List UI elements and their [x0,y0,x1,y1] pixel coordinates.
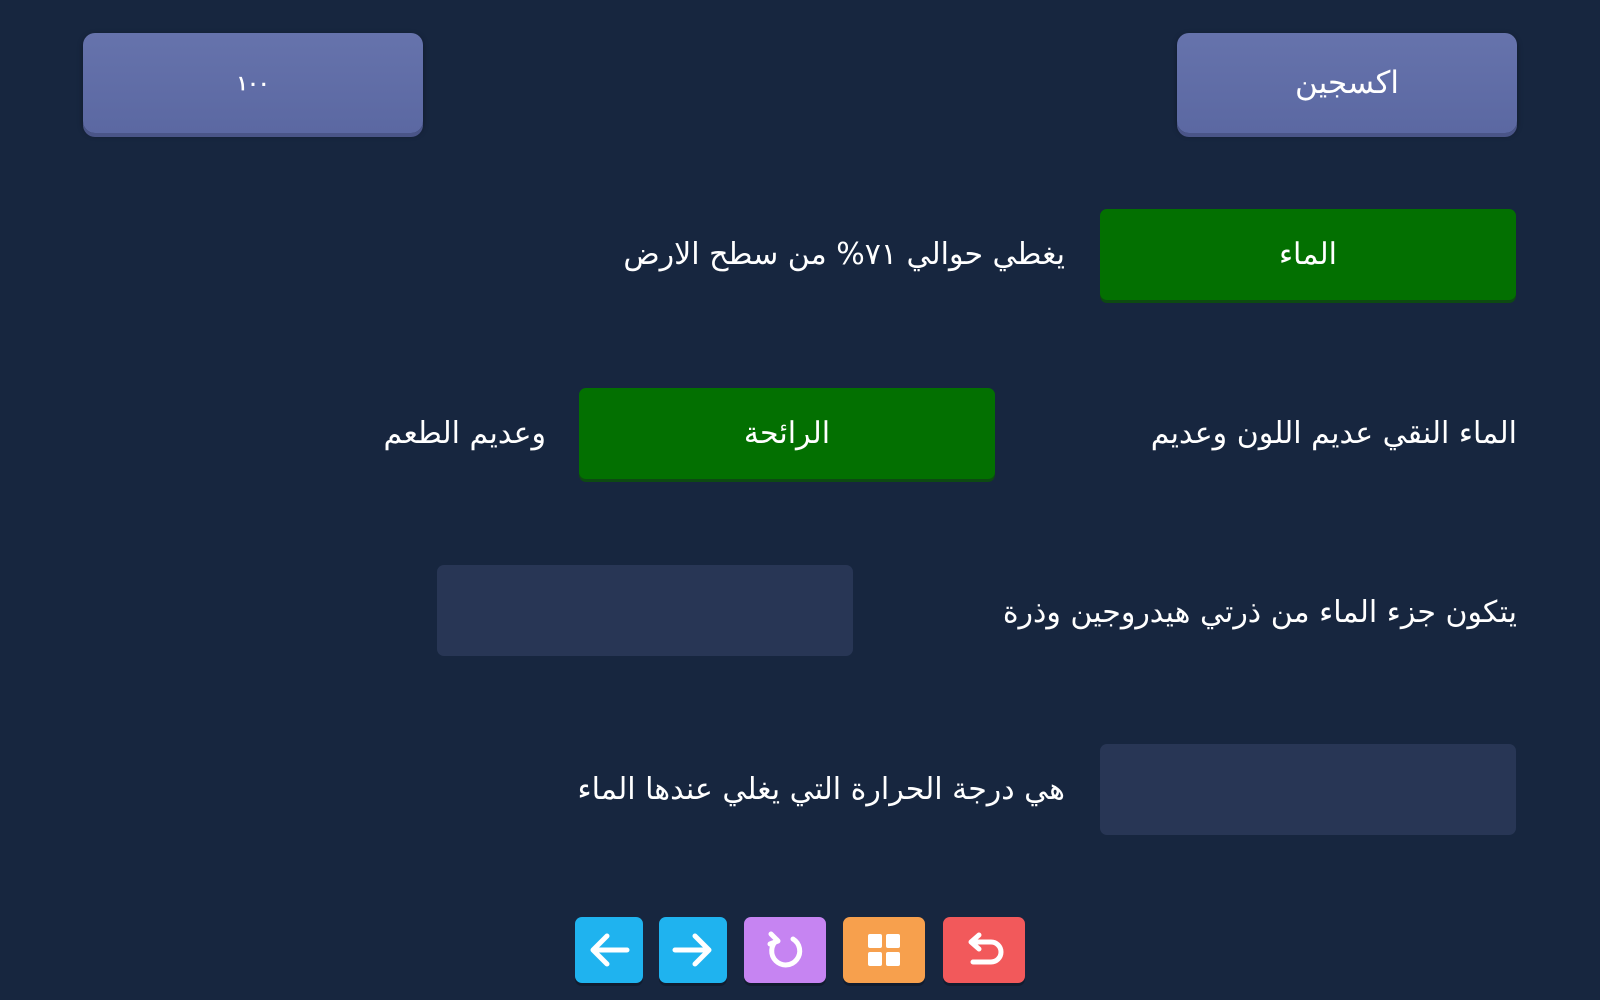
slot-answer-text: الماء [1278,237,1338,272]
answer-slot-2[interactable]: الرائحة [579,388,995,479]
answer-slot-4[interactable] [1100,744,1516,835]
quiz-screen: ١٠٠ اكسجين الماء يغطي حوالي ٧١% من سطح ا… [0,0,1600,1000]
sentence-text-1: يغطي حوالي ٧١% من سطح الارض [623,237,1065,272]
reload-icon [763,928,807,972]
answer-option-label: اكسجين [1295,65,1399,101]
undo-button[interactable] [943,917,1025,983]
arrow-left-icon [587,930,631,970]
answer-slot-3[interactable] [437,565,853,656]
answer-option-100[interactable]: ١٠٠ [83,33,423,133]
grid-icon [866,932,902,968]
answer-option-label: ١٠٠ [236,71,270,95]
slot-answer-text: الرائحة [743,416,831,451]
previous-button[interactable] [575,917,643,983]
arrow-right-icon [671,930,715,970]
reload-button[interactable] [744,917,826,983]
sentence-text-2-end: وعديم الطعم [383,416,546,451]
menu-grid-button[interactable] [843,917,925,983]
sentence-text-4: هي درجة الحرارة التي يغلي عندها الماء [577,772,1065,807]
answer-slot-1[interactable]: الماء [1100,209,1516,300]
sentence-text-2-start: الماء النقي عديم اللون وعديم [1150,416,1517,451]
next-button[interactable] [659,917,727,983]
answer-option-oxygen[interactable]: اكسجين [1177,33,1517,133]
sentence-text-3: يتكون جزء الماء من ذرتي هيدروجين وذرة [1002,595,1517,630]
undo-icon [961,930,1007,970]
